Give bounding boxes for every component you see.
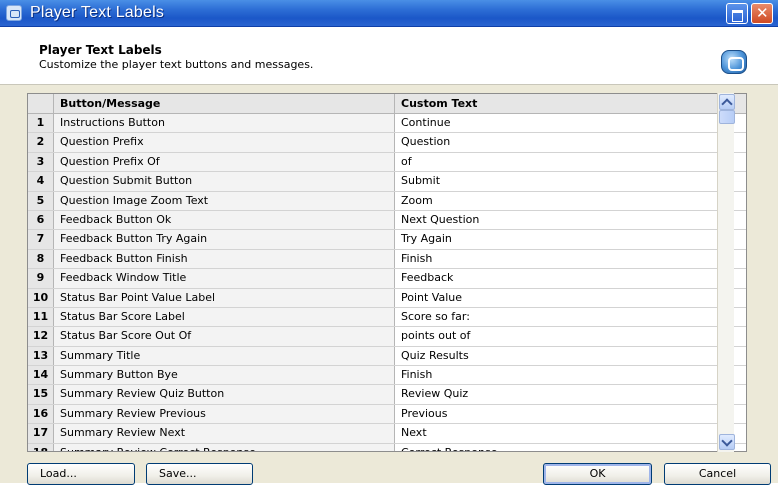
- row-number: 16: [28, 404, 54, 424]
- table-row[interactable]: 8 Feedback Button Finish Finish: [28, 249, 746, 270]
- row-number: 10: [28, 288, 54, 307]
- table-row[interactable]: 16 Summary Review Previous Previous: [28, 404, 746, 425]
- table-row[interactable]: 7 Feedback Button Try Again Try Again: [28, 230, 746, 250]
- labels-grid: Button/Message Custom Text 1 Instructions…: [27, 93, 747, 452]
- dialog-header: Player Text Labels Customize the player …: [0, 27, 778, 85]
- table-row[interactable]: 15 Summary Review Quiz Button Review Quiz: [28, 385, 746, 405]
- row-number: 3: [28, 152, 54, 172]
- button-message-cell: Summary Title: [54, 346, 395, 366]
- player-text-icon: [721, 50, 747, 74]
- table-row[interactable]: 11 Status Bar Score Label Score so far:: [28, 307, 746, 328]
- custom-text-cell[interactable]: Continue: [395, 114, 746, 133]
- button-message-cell: Summary Review Previous: [54, 404, 395, 424]
- button-message-cell: Summary Review Next: [54, 424, 395, 443]
- table-row[interactable]: 1 Instructions Button Continue: [28, 114, 746, 134]
- row-number: 14: [28, 366, 54, 385]
- row-number-header[interactable]: [28, 94, 54, 114]
- custom-text-cell[interactable]: Score so far:: [395, 307, 746, 327]
- column-header-button-message[interactable]: Button/Message: [54, 94, 395, 114]
- save-button[interactable]: Save...: [146, 463, 253, 485]
- custom-text-cell[interactable]: Feedback: [395, 269, 746, 288]
- button-message-cell: Feedback Button Try Again: [54, 230, 395, 249]
- button-message-cell: Summary Review Quiz Button: [54, 385, 395, 404]
- row-number: 7: [28, 230, 54, 249]
- window-title: Player Text Labels: [30, 4, 165, 21]
- table-row[interactable]: 14 Summary Button Bye Finish: [28, 366, 746, 386]
- scroll-thumb[interactable]: [719, 110, 735, 124]
- row-number: 18: [28, 443, 54, 451]
- custom-text-cell[interactable]: Submit: [395, 172, 746, 191]
- button-message-cell: Question Image Zoom Text: [54, 191, 395, 210]
- button-message-cell: Status Bar Point Value Label: [54, 288, 395, 307]
- custom-text-cell[interactable]: Correct Response: [395, 443, 746, 451]
- scroll-up-button[interactable]: [719, 94, 735, 110]
- row-number: 5: [28, 191, 54, 210]
- custom-text-cell[interactable]: Next Question: [395, 210, 746, 230]
- row-number: 15: [28, 385, 54, 404]
- row-number: 2: [28, 133, 54, 152]
- button-message-cell: Status Bar Score Out Of: [54, 327, 395, 346]
- column-header-custom-text[interactable]: Custom Text: [395, 94, 746, 114]
- row-number: 11: [28, 307, 54, 327]
- scroll-down-button[interactable]: [719, 434, 735, 450]
- table-row[interactable]: 10 Status Bar Point Value Label Point Valu…: [28, 288, 746, 308]
- table-row[interactable]: 4 Question Submit Button Submit: [28, 172, 746, 192]
- custom-text-cell[interactable]: of: [395, 152, 746, 172]
- close-button[interactable]: ✕: [751, 3, 773, 24]
- restore-button[interactable]: [726, 3, 748, 24]
- custom-text-cell[interactable]: points out of: [395, 327, 746, 346]
- button-message-cell: Summary Review Correct Response: [54, 443, 395, 451]
- custom-text-cell[interactable]: Point Value: [395, 288, 746, 307]
- table-row[interactable]: 12 Status Bar Score Out Of points out of: [28, 327, 746, 347]
- table-row[interactable]: 5 Question Image Zoom Text Zoom: [28, 191, 746, 211]
- button-message-cell: Instructions Button: [54, 114, 395, 133]
- button-message-cell: Question Submit Button: [54, 172, 395, 191]
- table-row[interactable]: 18Summary Review Correct ResponseCorrect…: [28, 443, 746, 451]
- row-number: 17: [28, 424, 54, 443]
- vertical-scrollbar[interactable]: [717, 93, 735, 452]
- grid-header: Button/Message Custom Text: [28, 94, 746, 114]
- table-row[interactable]: 17 Summary Review Next Next: [28, 424, 746, 444]
- button-message-cell: Feedback Button Ok: [54, 210, 395, 230]
- row-number: 12: [28, 327, 54, 346]
- row-number: 13: [28, 346, 54, 366]
- header-subtitle: Customize the player text buttons and me…: [39, 58, 314, 71]
- button-message-cell: Question Prefix Of: [54, 152, 395, 172]
- custom-text-cell[interactable]: Review Quiz: [395, 385, 746, 404]
- button-message-cell: Question Prefix: [54, 133, 395, 152]
- close-icon: ✕: [756, 4, 769, 22]
- custom-text-cell[interactable]: Quiz Results: [395, 346, 746, 366]
- grid-rows: 1 Instructions Button Continue 2 Question Pr…: [28, 114, 746, 451]
- row-number: 8: [28, 249, 54, 269]
- title-bar[interactable]: Player Text Labels ✕: [0, 0, 778, 27]
- custom-text-cell[interactable]: Finish: [395, 366, 746, 385]
- table-row[interactable]: 9 Feedback Window Title Feedback: [28, 269, 746, 289]
- custom-text-cell[interactable]: Question: [395, 133, 746, 152]
- row-number: 6: [28, 210, 54, 230]
- table-row[interactable]: 2 Question Prefix Question: [28, 133, 746, 153]
- table-row[interactable]: 6 Feedback Button Ok Next Question: [28, 210, 746, 231]
- custom-text-cell[interactable]: Next: [395, 424, 746, 443]
- button-message-cell: Feedback Window Title: [54, 269, 395, 288]
- custom-text-cell[interactable]: Zoom: [395, 191, 746, 210]
- button-message-cell: Summary Button Bye: [54, 366, 395, 385]
- custom-text-cell[interactable]: Previous: [395, 404, 746, 424]
- row-number: 1: [28, 114, 54, 133]
- ok-button[interactable]: OK: [543, 463, 652, 485]
- table-row[interactable]: 13 Summary Title Quiz Results: [28, 346, 746, 367]
- player-text-labels-window: Player Text Labels ✕ Player Text Labels …: [0, 0, 778, 485]
- button-message-cell: Feedback Button Finish: [54, 249, 395, 269]
- custom-text-cell[interactable]: Try Again: [395, 230, 746, 249]
- header-title: Player Text Labels: [39, 43, 162, 57]
- button-message-cell: Status Bar Score Label: [54, 307, 395, 327]
- app-window-icon: [6, 5, 22, 21]
- load-button[interactable]: Load...: [27, 463, 135, 485]
- row-number: 4: [28, 172, 54, 191]
- cancel-button[interactable]: Cancel: [664, 463, 771, 485]
- table-row[interactable]: 3 Question Prefix Of of: [28, 152, 746, 173]
- row-number: 9: [28, 269, 54, 288]
- custom-text-cell[interactable]: Finish: [395, 249, 746, 269]
